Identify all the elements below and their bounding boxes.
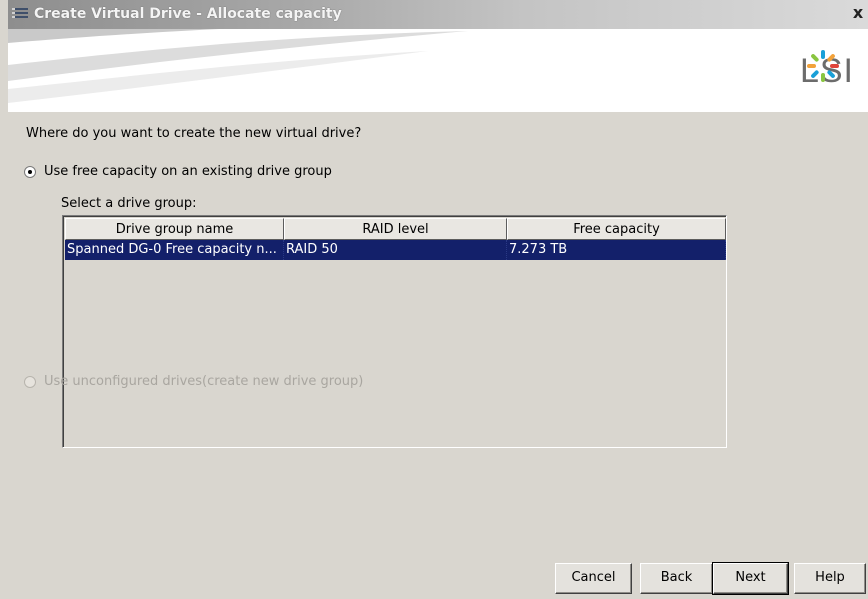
radio-unconfigured-drives xyxy=(24,375,36,388)
column-header-free-capacity[interactable]: Free capacity xyxy=(507,218,726,240)
option-existing-label: Use free capacity on an existing drive g… xyxy=(44,164,332,179)
starburst-icon xyxy=(806,50,839,82)
help-button[interactable]: Help xyxy=(794,563,866,594)
cell-drive-group-name: Spanned DG-0 Free capacity n... xyxy=(65,240,284,260)
table-header: Drive group name RAID level Free capacit… xyxy=(65,218,726,240)
window-title: Create Virtual Drive - Allocate capacity xyxy=(34,6,342,22)
question-text: Where do you want to create the new virt… xyxy=(26,126,362,141)
column-header-drive-group-name[interactable]: Drive group name xyxy=(65,218,284,240)
header-banner: LSI xyxy=(8,29,868,112)
next-button[interactable]: Next xyxy=(712,562,789,595)
banner-swoosh xyxy=(8,29,478,103)
option-unconfigured-label: Use unconfigured drives(create new drive… xyxy=(44,374,364,389)
lsi-logo: LSI xyxy=(800,49,854,93)
table-row[interactable]: Spanned DG-0 Free capacity n... RAID 50 … xyxy=(65,240,726,260)
cancel-button[interactable]: Cancel xyxy=(555,563,632,594)
radio-existing-drive-group[interactable] xyxy=(24,165,36,178)
option-unconfigured-drives: Use unconfigured drives(create new drive… xyxy=(24,374,363,389)
back-button[interactable]: Back xyxy=(640,563,713,594)
button-bar: Cancel Back Next Help xyxy=(8,562,868,597)
app-icon xyxy=(12,8,28,22)
cell-free-capacity: 7.273 TB xyxy=(507,240,726,260)
column-header-raid-level[interactable]: RAID level xyxy=(284,218,507,240)
create-virtual-drive-dialog: Create Virtual Drive - Allocate capacity… xyxy=(0,0,868,599)
title-bar[interactable]: Create Virtual Drive - Allocate capacity… xyxy=(8,0,868,29)
select-drive-group-label: Select a drive group: xyxy=(61,196,197,211)
cell-raid-level: RAID 50 xyxy=(284,240,507,260)
option-existing-drive-group[interactable]: Use free capacity on an existing drive g… xyxy=(24,164,332,179)
dialog-content: Where do you want to create the new virt… xyxy=(8,112,868,599)
drive-group-table[interactable]: Drive group name RAID level Free capacit… xyxy=(62,215,727,448)
close-button[interactable]: x xyxy=(850,4,866,22)
